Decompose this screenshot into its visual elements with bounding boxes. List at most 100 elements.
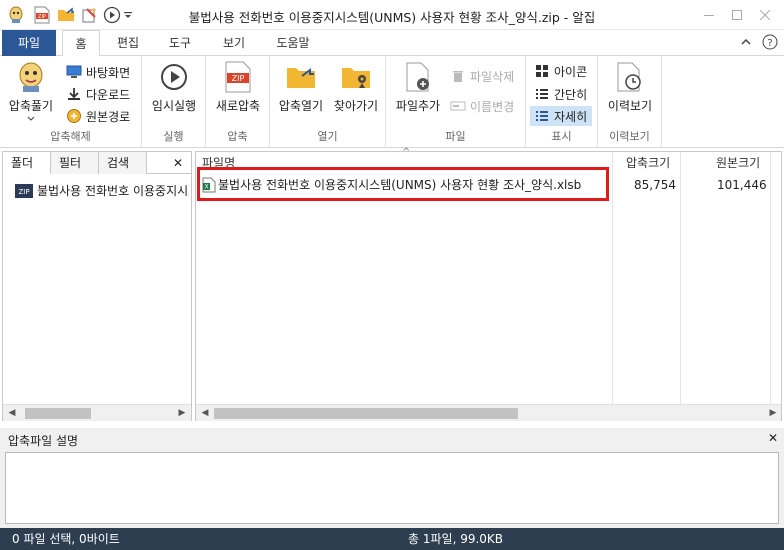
view-simple-button[interactable]: 간단히: [532, 84, 592, 104]
file-list-horizontal-scrollbar[interactable]: ◀ ▶: [196, 404, 781, 421]
download-icon: [66, 86, 82, 102]
file-list-panel: ^ 파일명 압축크기 원본크기 X 불법사용 전화번호 이용중지시스템(UNMS…: [195, 147, 782, 421]
extract-download-label: 다운로드: [86, 87, 131, 102]
zip-new-icon[interactable]: ZIP: [32, 5, 52, 25]
group-label-run: 실행: [163, 130, 184, 143]
svg-text:ZIP: ZIP: [38, 14, 46, 20]
scroll-left-icon[interactable]: ◀: [198, 406, 212, 420]
group-extract: 압축풀기 바탕화면 다운로드 원본경로 압축해제: [0, 56, 142, 148]
extract-desktop-button[interactable]: 바탕화면: [66, 62, 130, 82]
tree-item-label: 불법사용 전화번호 이용중지시스템(UNMS) 사용자 현황 조사_양식.zip: [37, 184, 189, 198]
new-compress-button[interactable]: ZIP 새로압축: [212, 60, 264, 114]
desktop-icon: [66, 64, 82, 80]
find-location-button[interactable]: 찾아가기: [330, 60, 382, 114]
add-file-icon: [401, 60, 435, 94]
folder-panel: 폴더 필터 검색 ✕ ZIP 불법사용 전화번호 이용중지시스템(UNMS) 사…: [2, 151, 192, 421]
alzip-logo-icon[interactable]: [6, 5, 26, 25]
close-comment-panel-button[interactable]: ✕: [768, 431, 778, 445]
new-compress-label: 새로압축: [215, 99, 261, 113]
extract-origin-button[interactable]: 원본경로: [66, 106, 130, 126]
tab-view[interactable]: 보기: [214, 30, 254, 56]
group-label-history: 이력보기: [609, 130, 650, 143]
rename-label: 이름변경: [470, 99, 515, 114]
play-icon[interactable]: [102, 5, 122, 25]
history-button[interactable]: 이력보기: [602, 60, 658, 114]
compressed-size: 85,754: [634, 178, 676, 192]
add-file-button[interactable]: 파일추가: [390, 60, 446, 114]
tree-item-archive[interactable]: ZIP 불법사용 전화번호 이용중지시스템(UNMS) 사용자 현황 조사_양식…: [13, 182, 189, 199]
title-bar: ZIP 불법사용 전화번호 이용중지시스템(UNMS) 사용자 현황 조사_양식…: [0, 0, 784, 30]
group-label-open: 열기: [317, 130, 338, 143]
delete-file-button[interactable]: 파일삭제: [450, 66, 514, 86]
group-label-view: 표시: [551, 130, 572, 143]
dropdown-icon[interactable]: [122, 5, 134, 25]
window-title: 불법사용 전화번호 이용중지시스템(UNMS) 사용자 현황 조사_양식.zip…: [188, 10, 596, 25]
add-file-label: 파일추가: [395, 99, 441, 113]
sort-ascending-icon: ^: [402, 147, 411, 158]
open-archive-label: 압축열기: [278, 99, 324, 113]
close-folder-panel-button[interactable]: ✕: [173, 152, 187, 174]
group-file: 파일추가 파일삭제 이름변경 파일: [386, 56, 526, 148]
extract-label: 압축풀기: [8, 99, 54, 113]
selection-status: 0 파일 선택, 0바이트: [12, 532, 120, 546]
rename-button[interactable]: 이름변경: [450, 96, 514, 116]
total-status: 총 1파일, 99.0KB: [408, 532, 504, 546]
origin-path-icon: [66, 108, 82, 124]
grid-icon: [534, 63, 550, 79]
help-icon[interactable]: ?: [762, 34, 778, 50]
column-header-original-size[interactable]: 원본크기: [716, 152, 760, 174]
temp-run-label: 임시실행: [151, 99, 197, 113]
extract-download-button[interactable]: 다운로드: [66, 84, 130, 104]
close-window-button[interactable]: [748, 4, 782, 26]
view-details-button[interactable]: 자세히: [530, 106, 592, 126]
scroll-right-icon[interactable]: ▶: [175, 406, 189, 420]
scroll-left-icon[interactable]: ◀: [5, 406, 19, 420]
comment-textarea[interactable]: [5, 452, 779, 524]
group-compress: ZIP 새로압축 압축: [206, 56, 270, 148]
play-icon: [157, 60, 191, 94]
group-open: 압축열기 찾아가기 열기: [270, 56, 386, 148]
ribbon: 압축풀기 바탕화면 다운로드 원본경로 압축해제 임시실행 실행 ZIP 새로압…: [0, 56, 784, 148]
tab-home[interactable]: 홈: [62, 30, 100, 57]
tab-search[interactable]: 검색: [99, 152, 147, 174]
extract-icon: [14, 60, 48, 94]
tab-file[interactable]: 파일: [2, 30, 56, 56]
folder-horizontal-scrollbar[interactable]: ◀ ▶: [3, 404, 191, 421]
tab-tools[interactable]: 도구: [160, 30, 200, 56]
view-icons-label: 아이콘: [554, 64, 588, 79]
temp-run-button[interactable]: 임시실행: [148, 60, 200, 114]
folder-open-icon[interactable]: [56, 5, 76, 25]
collapse-ribbon-icon[interactable]: [740, 36, 752, 48]
view-details-label: 자세히: [554, 109, 588, 124]
extract-button[interactable]: 압축풀기: [8, 60, 54, 122]
magic-icon[interactable]: [80, 5, 100, 25]
view-icons-button[interactable]: 아이콘: [532, 61, 592, 81]
archive-comment-panel: 압축파일 설명 ✕: [0, 428, 784, 528]
history-label: 이력보기: [607, 99, 653, 113]
folder-panel-tabs: 폴더 필터 검색 ✕: [3, 152, 191, 174]
scroll-right-icon[interactable]: ▶: [766, 406, 780, 420]
group-history: 이력보기 이력보기: [598, 56, 662, 148]
group-label-extract: 압축해제: [50, 130, 91, 143]
tab-help[interactable]: 도움말: [268, 30, 318, 56]
trash-icon: [450, 68, 466, 84]
rename-icon: [450, 98, 466, 114]
svg-text:ZIP: ZIP: [232, 74, 245, 83]
history-icon: [613, 60, 647, 94]
red-highlight-box: [197, 167, 609, 201]
column-header-compressed-size[interactable]: 압축크기: [626, 152, 670, 174]
details-list-icon: [534, 108, 550, 124]
zip-file-icon: ZIP: [221, 60, 255, 94]
tab-filter[interactable]: 필터: [51, 152, 99, 174]
scrollbar-thumb[interactable]: [25, 408, 91, 419]
svg-text:ZIP: ZIP: [18, 188, 29, 196]
original-size: 101,446: [717, 178, 767, 192]
scrollbar-thumb[interactable]: [214, 408, 518, 419]
tab-edit[interactable]: 편집: [108, 30, 148, 56]
chevron-down-icon: [27, 116, 35, 121]
find-location-label: 찾아가기: [333, 99, 379, 113]
group-view: 아이콘 간단히 자세히 표시: [526, 56, 598, 148]
tab-folder[interactable]: 폴더: [3, 152, 51, 174]
open-archive-button[interactable]: 압축열기: [276, 60, 326, 114]
delete-file-label: 파일삭제: [470, 69, 515, 84]
